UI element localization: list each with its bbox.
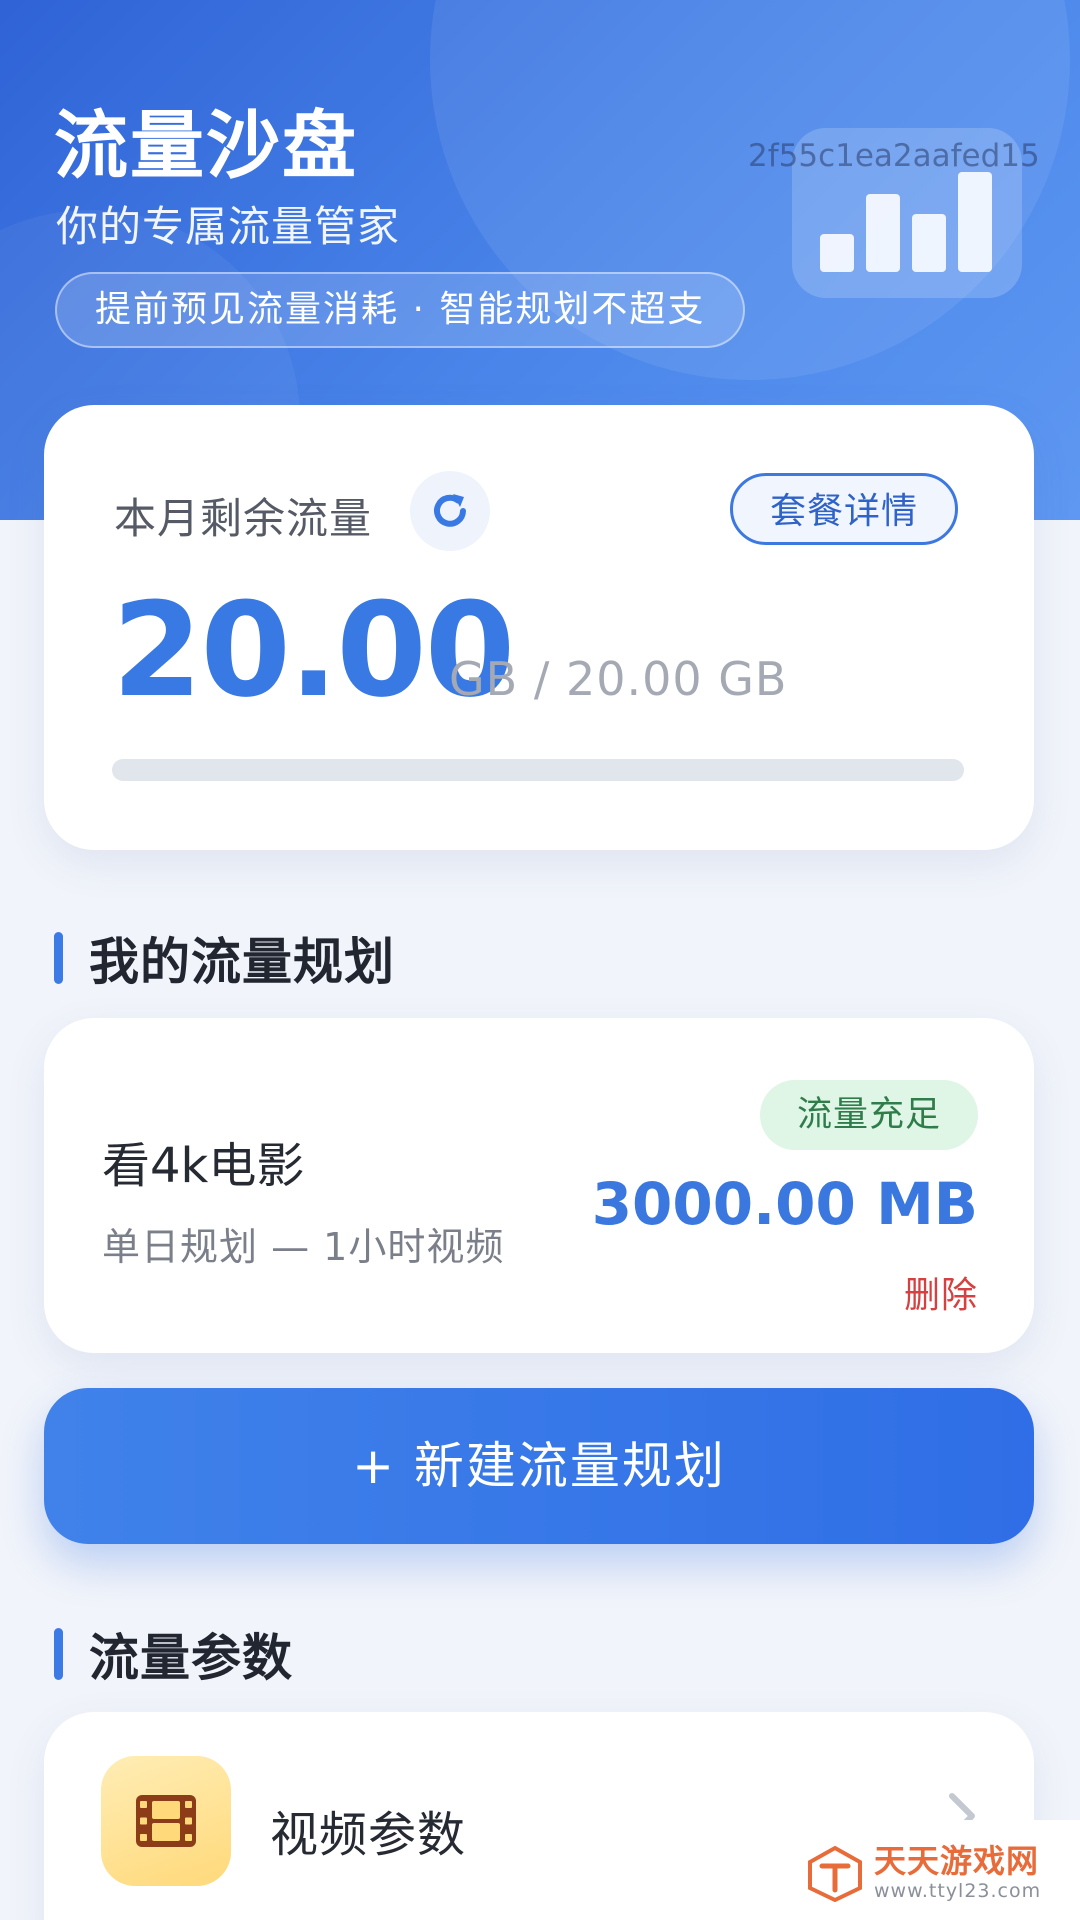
- app-title: 流量沙盘: [54, 103, 358, 189]
- section-title: 流量参数: [89, 1629, 293, 1687]
- new-plan-button[interactable]: + 新建流量规划: [44, 1388, 1034, 1544]
- status-badge: 流量充足: [760, 1080, 978, 1150]
- plan-amount: 3000.00 MB: [591, 1170, 978, 1238]
- film-icon: [101, 1756, 231, 1886]
- plan-description: 单日规划 — 1小时视频: [102, 1225, 505, 1269]
- watermark-url: www.ttyl23.com: [874, 1879, 1042, 1902]
- slogan-pill: 提前预见流量消耗 · 智能规划不超支: [55, 272, 746, 348]
- section-accent-bar: [54, 932, 63, 984]
- plans-section-header: 我的流量规划: [54, 922, 395, 994]
- watermark: 天天游戏网 www.ttyl23.com: [806, 1844, 1041, 1902]
- refresh-button[interactable]: [410, 471, 490, 551]
- param-label: 视频参数: [270, 1807, 467, 1863]
- plan-card[interactable]: 看4k电影 单日规划 — 1小时视频 流量充足 3000.00 MB 删除: [44, 1018, 1034, 1353]
- id-overlay-text: 2f55c1ea2aafed15: [748, 138, 1040, 174]
- refresh-icon: [434, 494, 466, 527]
- params-section-header: 流量参数: [54, 1618, 293, 1690]
- delete-button[interactable]: 删除: [904, 1266, 978, 1318]
- balance-card: 本月剩余流量 套餐详情 20.00 GB / 20.00 GB: [44, 405, 1034, 850]
- app-subtitle: 你的专属流量管家: [56, 202, 401, 251]
- remaining-total: GB / 20.00 GB: [449, 652, 788, 706]
- watermark-logo-icon: [808, 1845, 862, 1902]
- plan-name: 看4k电影: [102, 1138, 305, 1194]
- signal-bar: [820, 234, 854, 272]
- signal-bar: [958, 172, 992, 272]
- plan-details-button[interactable]: 套餐详情: [730, 473, 958, 545]
- balance-label: 本月剩余流量: [114, 494, 373, 543]
- section-title: 我的流量规划: [89, 933, 395, 991]
- app-screen: 流量沙盘 你的专属流量管家 提前预见流量消耗 · 智能规划不超支 2f55c1e…: [0, 0, 1080, 1920]
- section-accent-bar: [54, 1628, 63, 1680]
- signal-bar: [866, 194, 900, 272]
- watermark-title: 天天游戏网: [874, 1842, 1040, 1881]
- film-icon-glyph: [136, 1795, 196, 1847]
- signal-bar: [912, 214, 946, 272]
- usage-progress-bar: [112, 759, 964, 781]
